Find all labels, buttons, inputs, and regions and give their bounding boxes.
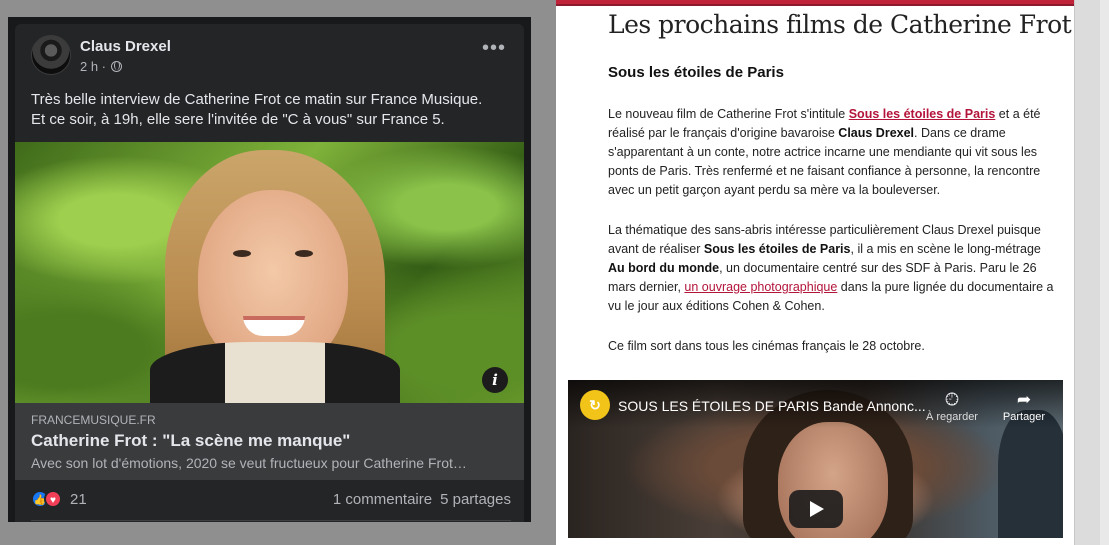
article-paragraph: Ce film sort dans tous les cinémas franç… bbox=[608, 339, 925, 353]
scrollbar[interactable] bbox=[1100, 0, 1109, 545]
avatar[interactable] bbox=[31, 35, 71, 75]
globe-icon bbox=[111, 61, 123, 72]
video-embed[interactable]: ↻ SOUS LES ÉTOILES DE PARIS Bande Annonc… bbox=[568, 380, 1063, 538]
director-name: Claus Drexel bbox=[838, 126, 915, 140]
shares-count[interactable]: 5 partages bbox=[440, 491, 511, 508]
post-author[interactable]: Claus Drexel bbox=[80, 38, 171, 55]
watch-later-button[interactable]: 🕘︎ À regarder bbox=[917, 389, 987, 423]
article-top-bar bbox=[556, 0, 1074, 6]
video-title[interactable]: SOUS LES ÉTOILES DE PARIS Bande Annonc..… bbox=[618, 398, 926, 414]
post-text-line: Très belle interview de Catherine Frot c… bbox=[31, 91, 483, 108]
link-description: Avec son lot d'émotions, 2020 se veut fr… bbox=[31, 455, 467, 471]
reaction-count[interactable]: 21 bbox=[70, 491, 87, 508]
comments-count[interactable]: 1 commentaire bbox=[333, 491, 432, 508]
post-meta: 2 h · bbox=[80, 59, 123, 74]
post-stats: 👍 ♥ 21 1 commentaire 5 partages bbox=[31, 490, 511, 508]
post-photo[interactable]: i bbox=[15, 142, 524, 403]
post-time[interactable]: 2 h · bbox=[80, 59, 106, 74]
clock-icon: 🕘︎ bbox=[945, 390, 959, 409]
link-preview[interactable]: FRANCEMUSIQUE.FR Catherine Frot : "La sc… bbox=[15, 403, 524, 480]
facebook-post-card: Claus Drexel 2 h · ••• Très belle interv… bbox=[15, 24, 524, 522]
love-reaction-icon[interactable]: ♥ bbox=[44, 490, 62, 508]
article-paragraph: La thématique des sans-abris intéresse p… bbox=[608, 223, 1054, 313]
article-heading: Les prochains films de Catherine Frot bbox=[608, 10, 1072, 39]
article-subheading: Sous les étoiles de Paris bbox=[608, 64, 784, 81]
play-button[interactable] bbox=[789, 490, 843, 528]
channel-logo-icon[interactable]: ↻ bbox=[580, 390, 610, 420]
post-text: Très belle interview de Catherine Frot c… bbox=[31, 90, 511, 130]
facebook-post-panel: Claus Drexel 2 h · ••• Très belle interv… bbox=[8, 17, 531, 522]
share-icon: ➦ bbox=[1016, 390, 1032, 409]
article-paragraph: Le nouveau film de Catherine Frot s'inti… bbox=[608, 107, 1041, 197]
link-title[interactable]: Catherine Frot : "La scène me manque" bbox=[31, 431, 350, 451]
photo-book-link[interactable]: un ouvrage photographique bbox=[684, 280, 837, 294]
link-domain: FRANCEMUSIQUE.FR bbox=[31, 413, 156, 427]
film-link[interactable]: Sous les étoiles de Paris bbox=[849, 107, 996, 121]
more-options-button[interactable]: ••• bbox=[482, 38, 506, 58]
post-text-line: Et ce soir, à 19h, elle sere l'invitée d… bbox=[31, 111, 445, 128]
info-icon[interactable]: i bbox=[482, 367, 508, 393]
divider bbox=[31, 520, 511, 521]
share-button[interactable]: ➦ Partager bbox=[989, 389, 1059, 423]
engagement-stats: 1 commentaire 5 partages bbox=[333, 491, 511, 508]
